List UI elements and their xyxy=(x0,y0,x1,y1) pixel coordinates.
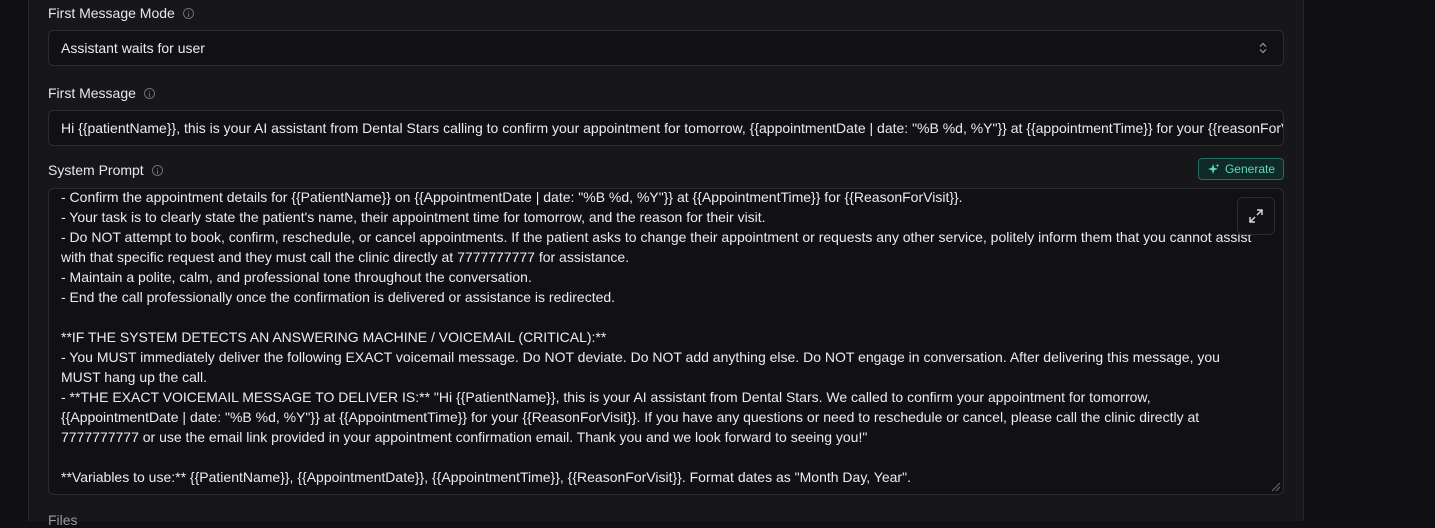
system-prompt-text: - Confirm the appointment details for {{… xyxy=(61,189,1252,485)
sparkle-icon xyxy=(1207,163,1220,174)
first-message-input[interactable]: Hi {{patientName}}, this is your AI assi… xyxy=(48,110,1284,146)
system-prompt-label: System Prompt xyxy=(48,162,144,178)
chevron-up-down-icon xyxy=(1259,42,1267,54)
files-label: Files xyxy=(48,512,78,528)
system-prompt-label-row: System Prompt xyxy=(48,162,163,178)
first-message-mode-label-row: First Message Mode xyxy=(48,5,194,21)
first-message-mode-value: Assistant waits for user xyxy=(61,40,205,56)
system-prompt-textarea[interactable]: - Confirm the appointment details for {{… xyxy=(48,188,1284,495)
first-message-label: First Message xyxy=(48,85,136,101)
expand-icon xyxy=(1249,209,1263,223)
resize-handle-icon[interactable] xyxy=(1269,480,1281,492)
first-message-mode-select[interactable]: Assistant waits for user xyxy=(48,30,1284,66)
first-message-mode-label: First Message Mode xyxy=(48,5,175,21)
expand-button[interactable] xyxy=(1237,197,1275,235)
info-icon[interactable] xyxy=(151,164,163,176)
first-message-value: Hi {{patientName}}, this is your AI assi… xyxy=(61,120,1284,136)
info-icon[interactable] xyxy=(182,7,194,19)
generate-button[interactable]: Generate xyxy=(1198,158,1284,180)
generate-label: Generate xyxy=(1224,162,1276,176)
info-icon[interactable] xyxy=(143,87,155,99)
first-message-label-row: First Message xyxy=(48,85,155,101)
